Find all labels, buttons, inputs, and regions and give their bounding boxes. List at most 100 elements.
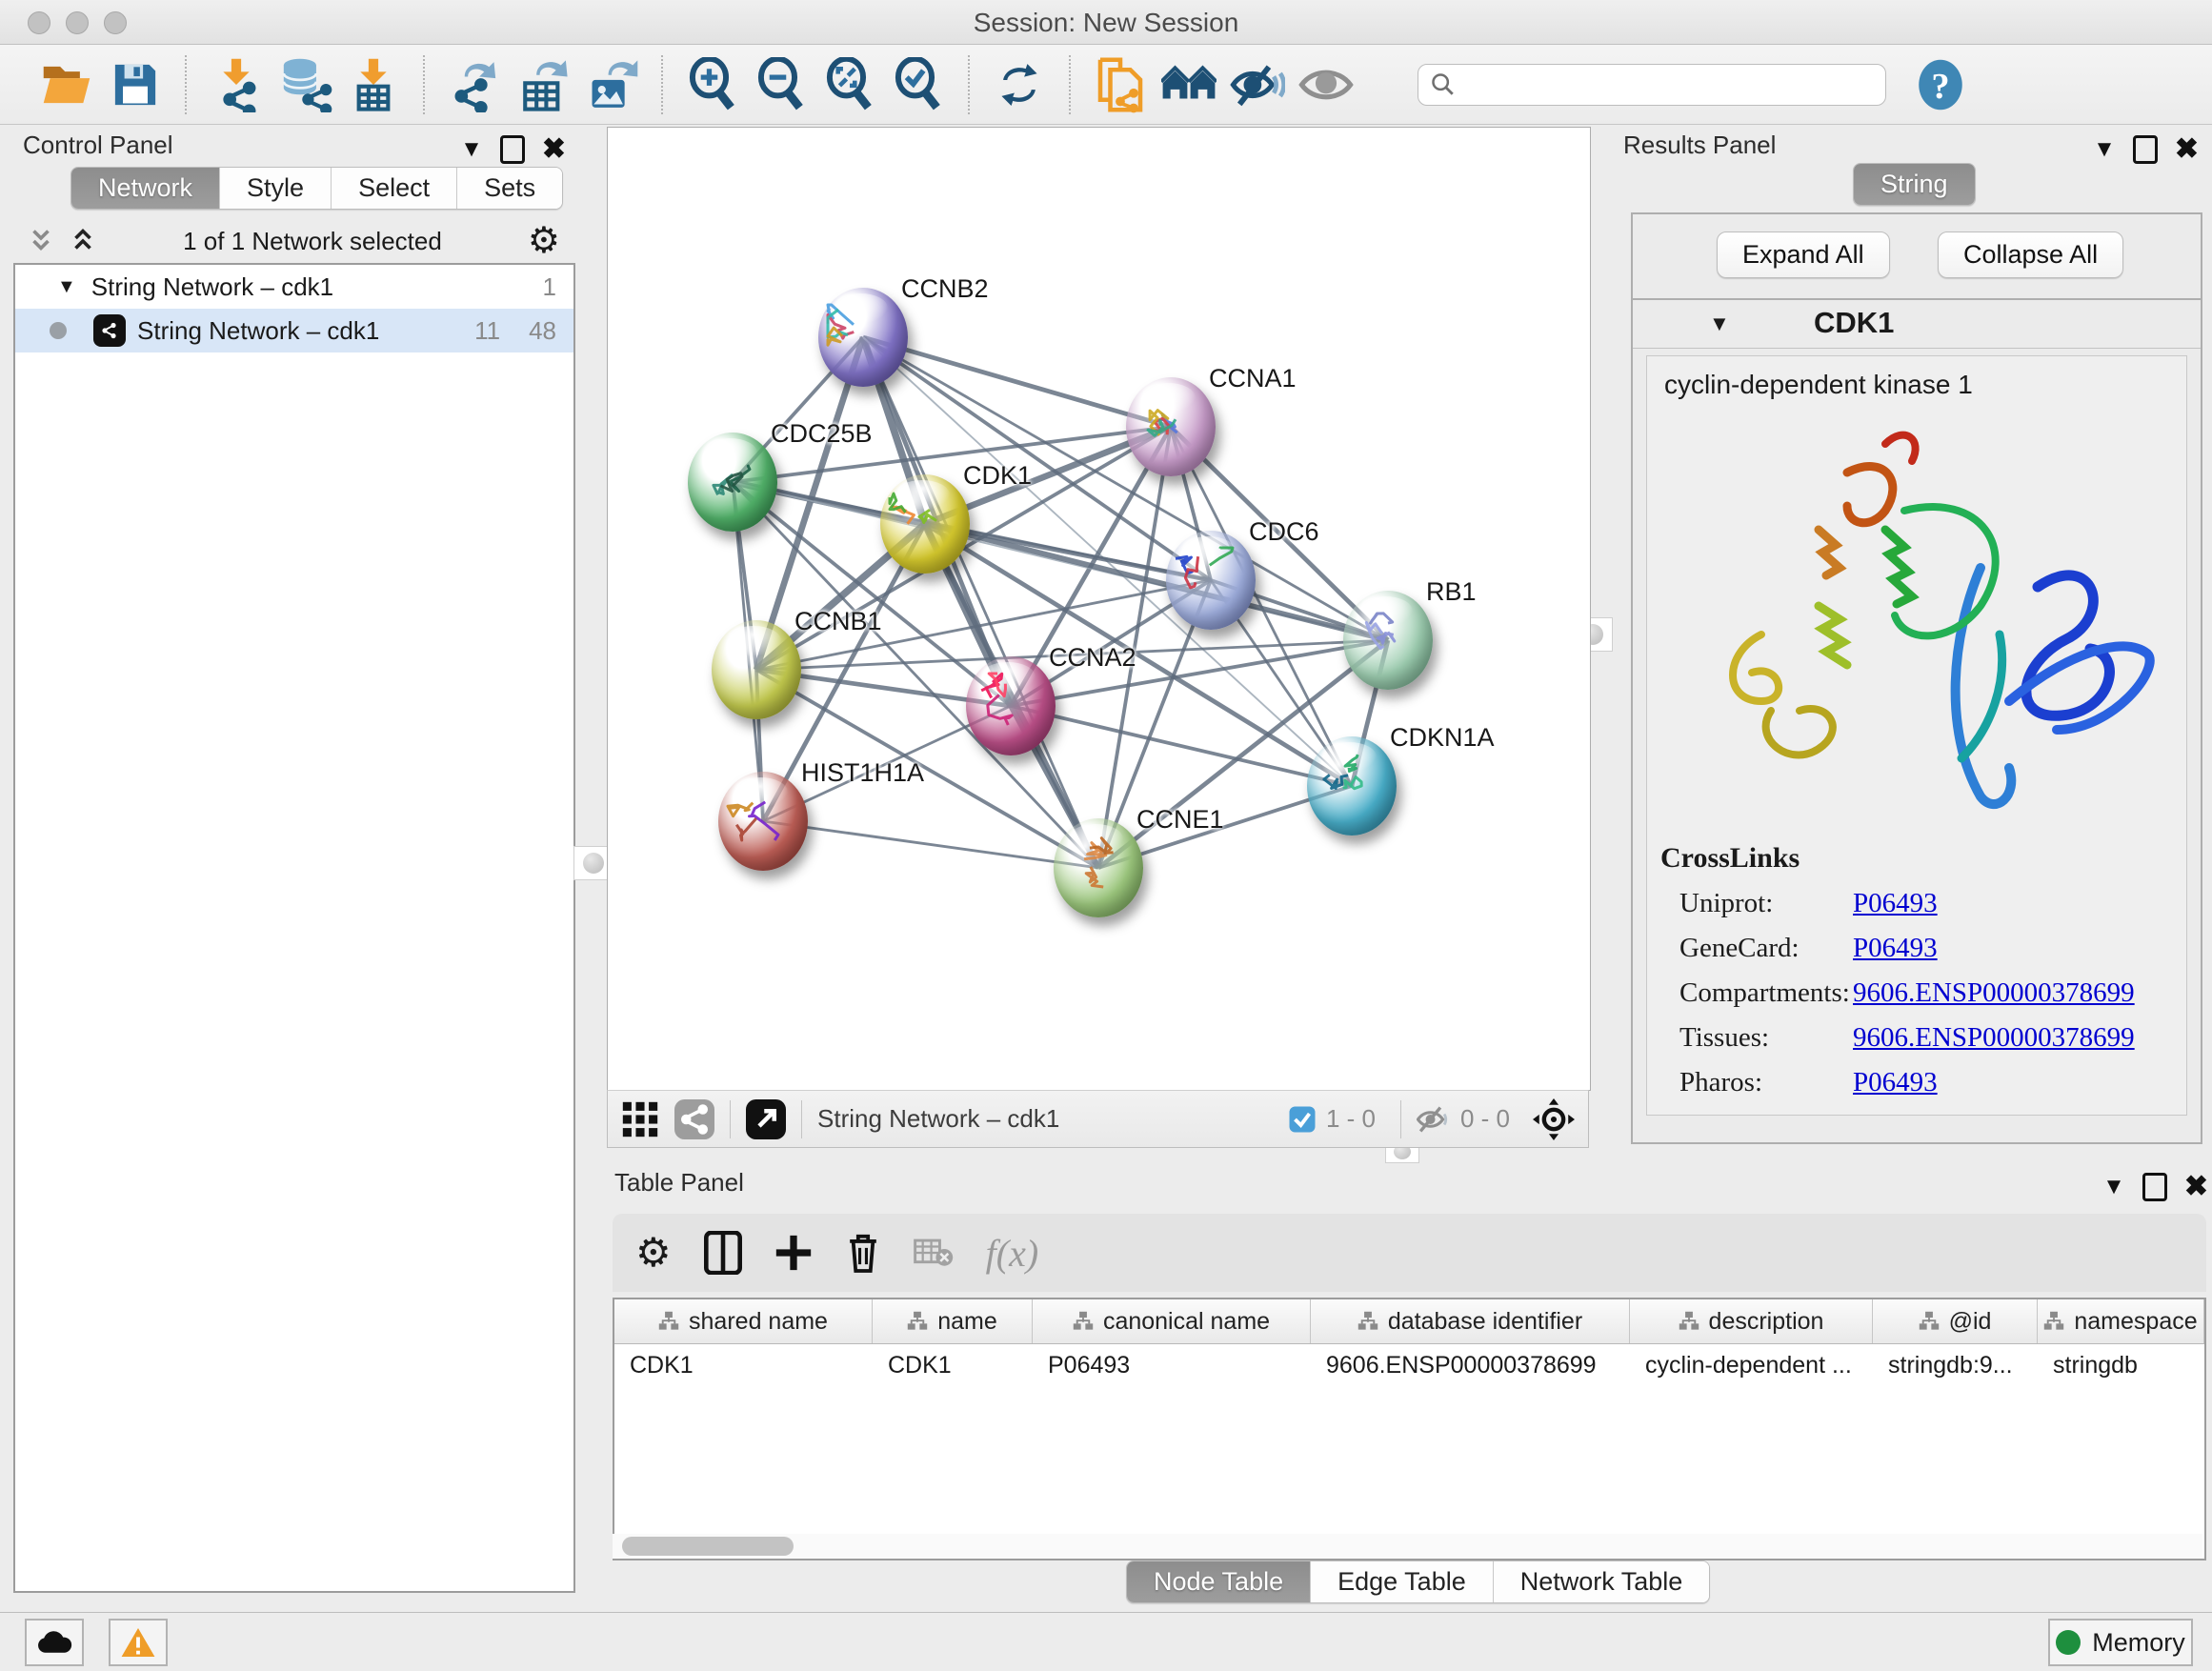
open-session-button[interactable] [39, 56, 94, 113]
network-node-CCNB2[interactable] [818, 288, 908, 387]
tab-node-table[interactable]: Node Table [1127, 1561, 1311, 1602]
collapse-all-icon[interactable] [27, 227, 55, 255]
tab-sets[interactable]: Sets [457, 168, 562, 209]
birdseye-crosshair-icon[interactable] [1533, 1098, 1575, 1140]
scrollbar-thumb[interactable] [622, 1537, 794, 1556]
panel-menu-icon[interactable]: ▼ [2093, 136, 2116, 163]
save-session-button[interactable] [108, 56, 163, 113]
column-header-description[interactable]: description [1630, 1299, 1873, 1343]
clone-network-button[interactable] [1093, 56, 1148, 113]
network-node-CDC25B[interactable] [688, 433, 777, 532]
table-cell[interactable]: CDK1 [873, 1344, 1033, 1386]
node-table[interactable]: shared namenamecanonical namedatabase id… [613, 1298, 2206, 1560]
network-row-selected[interactable]: String Network – cdk1 11 48 [15, 309, 573, 352]
show-all-button[interactable] [1298, 56, 1354, 113]
crosslink-link[interactable]: P06493 [1853, 888, 1938, 919]
tab-select[interactable]: Select [332, 168, 457, 209]
refresh-button[interactable] [992, 56, 1047, 113]
warnings-button[interactable] [109, 1619, 168, 1666]
tab-style[interactable]: Style [220, 168, 332, 209]
column-header-shared-name[interactable]: shared name [614, 1299, 873, 1343]
table-cell[interactable]: stringdb [2038, 1344, 2204, 1386]
export-image-button[interactable] [584, 56, 639, 113]
table-cell[interactable]: CDK1 [614, 1344, 873, 1386]
column-header-name[interactable]: name [873, 1299, 1033, 1343]
float-panel-icon[interactable] [2133, 135, 2158, 164]
toolbar-separator [423, 55, 425, 114]
home-button[interactable] [1161, 56, 1217, 113]
add-column-icon[interactable] [774, 1234, 813, 1272]
close-panel-icon[interactable]: ✖ [2184, 1170, 2208, 1203]
crosslink-link[interactable]: P06493 [1853, 933, 1938, 964]
panel-menu-icon[interactable]: ▼ [460, 136, 483, 163]
zoom-selected-button[interactable] [891, 56, 946, 113]
column-header-namespace[interactable]: namespace [2038, 1299, 2204, 1343]
tab-string[interactable]: String [1854, 164, 1975, 205]
crosslink-link[interactable]: 9606.ENSP00000378699 [1853, 977, 2135, 1009]
grid-view-icon[interactable] [621, 1100, 659, 1138]
column-header-@id[interactable]: @id [1873, 1299, 2038, 1343]
memory-label: Memory [2092, 1628, 2185, 1658]
network-node-RB1[interactable] [1343, 591, 1433, 690]
table-cell[interactable]: 9606.ENSP00000378699 [1311, 1344, 1630, 1386]
search-input[interactable] [1457, 70, 1874, 99]
crosslink-link[interactable]: 9606.ENSP00000378699 [1853, 1022, 2135, 1054]
crosslink-link[interactable]: P06493 [1853, 1067, 1938, 1098]
network-node-CCNE1[interactable] [1054, 818, 1143, 917]
zoom-in-button[interactable] [685, 56, 740, 113]
table-row[interactable]: CDK1CDK1P064939606.ENSP00000378699cyclin… [614, 1344, 2204, 1386]
search-field[interactable] [1418, 64, 1886, 106]
selection-status: 1 of 1 Network selected [97, 227, 528, 256]
export-table-button[interactable] [515, 56, 571, 113]
protein-disclosure-icon[interactable]: ▼ [1709, 312, 1730, 336]
panel-menu-icon[interactable]: ▼ [2102, 1174, 2125, 1200]
zoom-fit-button[interactable] [822, 56, 877, 113]
delete-column-icon[interactable] [845, 1231, 881, 1275]
zoom-out-button[interactable] [754, 56, 809, 113]
table-cell[interactable]: stringdb:9... [1873, 1344, 2038, 1386]
network-node-CCNB1[interactable] [712, 620, 801, 719]
detach-view-icon[interactable] [746, 1099, 786, 1139]
close-panel-icon[interactable]: ✖ [2175, 132, 2199, 166]
help-button[interactable]: ? [1913, 56, 1968, 113]
network-node-CDC6[interactable] [1166, 531, 1256, 630]
import-table-button[interactable] [346, 56, 401, 113]
float-panel-icon[interactable] [2142, 1173, 2167, 1201]
show-columns-icon[interactable] [704, 1231, 742, 1275]
import-network-button[interactable] [209, 56, 264, 113]
hide-selected-button[interactable] [1230, 56, 1285, 113]
network-node-HIST1H1A[interactable] [718, 772, 808, 871]
cloud-button[interactable] [25, 1619, 84, 1666]
tab-network[interactable]: Network [71, 168, 220, 209]
column-header-canonical-name[interactable]: canonical name [1033, 1299, 1311, 1343]
collapse-all-button[interactable]: Collapse All [1938, 232, 2123, 278]
tab-network-table[interactable]: Network Table [1494, 1561, 1710, 1602]
float-panel-icon[interactable] [500, 135, 525, 164]
horizontal-scrollbar[interactable] [613, 1534, 2202, 1559]
network-view-icon[interactable] [674, 1099, 714, 1139]
network-collection-row[interactable]: ▼ String Network – cdk1 1 [15, 265, 573, 309]
expand-all-icon[interactable] [69, 227, 97, 255]
network-options-gear-icon[interactable]: ⚙ [528, 223, 560, 259]
table-cell[interactable]: cyclin-dependent ... [1630, 1344, 1873, 1386]
network-node-CDKN1A[interactable] [1307, 736, 1397, 836]
close-panel-icon[interactable]: ✖ [542, 132, 566, 166]
tab-edge-table[interactable]: Edge Table [1311, 1561, 1494, 1602]
column-header-database-identifier[interactable]: database identifier [1311, 1299, 1630, 1343]
table-options-gear-icon[interactable]: ⚙ [635, 1233, 672, 1273]
expand-all-button[interactable]: Expand All [1717, 232, 1890, 278]
hidden-eye-icon[interactable] [1417, 1105, 1451, 1134]
network-node-CCNA1[interactable] [1126, 377, 1216, 476]
network-node-CDK1[interactable] [880, 474, 970, 574]
crosslink-row: Compartments:9606.ENSP00000378699 [1679, 977, 2186, 1009]
export-network-button[interactable] [447, 56, 502, 113]
selected-checkbox-icon[interactable] [1288, 1105, 1317, 1134]
memory-button[interactable]: Memory [2048, 1619, 2193, 1666]
network-node-CCNA2[interactable] [966, 656, 1056, 755]
collection-disclosure-icon[interactable]: ▼ [57, 276, 76, 298]
network-canvas[interactable]: CCNB2CCNA1CDC25BCDK1CDC6RB1CCNB1CCNA2CDK… [607, 127, 1591, 1091]
toolbar-separator [1400, 1100, 1401, 1138]
import-database-button[interactable] [277, 56, 332, 113]
table-cell[interactable]: P06493 [1033, 1344, 1311, 1386]
network-node-count: 11 [474, 316, 500, 346]
